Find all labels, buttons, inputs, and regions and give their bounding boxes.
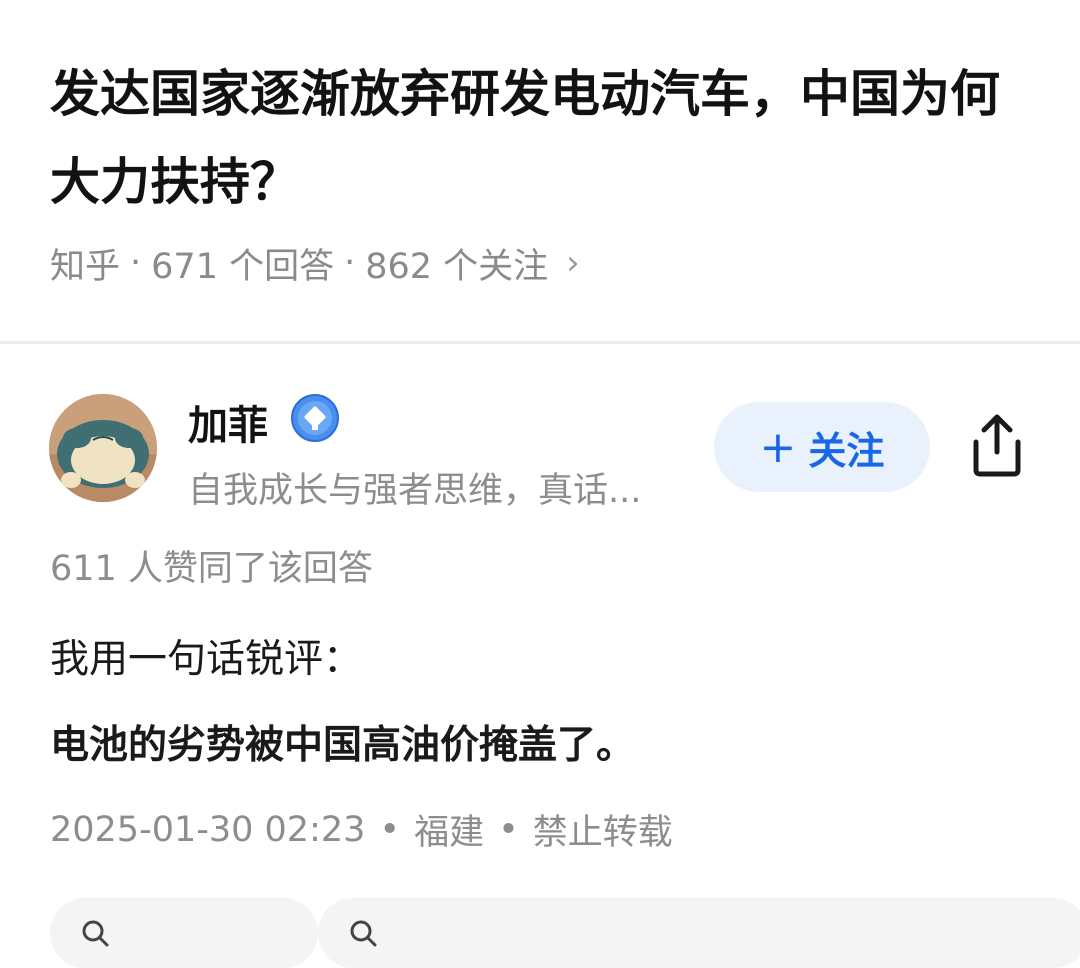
answer-paragraph-bold: 电池的劣势被中国高油价掩盖了。	[50, 723, 636, 768]
avatar[interactable]	[49, 394, 157, 502]
question-meta[interactable]: 知乎 · 671 个回答 · 862 个关注 ›	[50, 236, 580, 290]
answer-timestamp: 2025-01-30 02:23	[50, 809, 366, 850]
follow-button[interactable]: + 关注	[714, 402, 930, 492]
search-icon	[82, 920, 109, 947]
meta-dot: •	[379, 809, 401, 850]
answer-count: 671 个回答	[151, 246, 335, 287]
share-icon[interactable]	[966, 412, 1028, 478]
section-divider	[0, 341, 1080, 344]
answer-meta: 2025-01-30 02:23 • 福建 • 禁止转载	[50, 804, 673, 855]
meta-dot: •	[498, 809, 519, 850]
vote-count: 611 人赞同了该回答	[50, 549, 373, 589]
search-icon	[350, 920, 377, 947]
related-chip[interactable]	[318, 898, 1080, 968]
follow-label: 关注	[808, 428, 885, 473]
question-title[interactable]: 发达国家逐渐放弃研发电动汽车，中国为何大力扶持？	[50, 50, 1040, 226]
follower-count: 862 个关注	[365, 246, 549, 287]
answer-paragraph: 我用一句话锐评：	[50, 637, 363, 682]
verified-badge-icon	[290, 393, 340, 443]
meta-separator: ·	[344, 243, 356, 283]
author-name[interactable]: 加菲	[188, 394, 268, 450]
meta-separator: ·	[130, 243, 142, 283]
answer-location: 福建	[414, 813, 485, 853]
avatar-snorlax-icon	[49, 394, 157, 502]
related-chip[interactable]	[50, 898, 318, 968]
plus-icon: +	[759, 421, 797, 473]
question-source: 知乎	[50, 246, 121, 287]
answer-copyright: 禁止转载	[532, 813, 673, 853]
author-bio: 自我成长与强者思维，真话...	[188, 471, 642, 511]
chevron-right-icon: ›	[566, 243, 580, 283]
